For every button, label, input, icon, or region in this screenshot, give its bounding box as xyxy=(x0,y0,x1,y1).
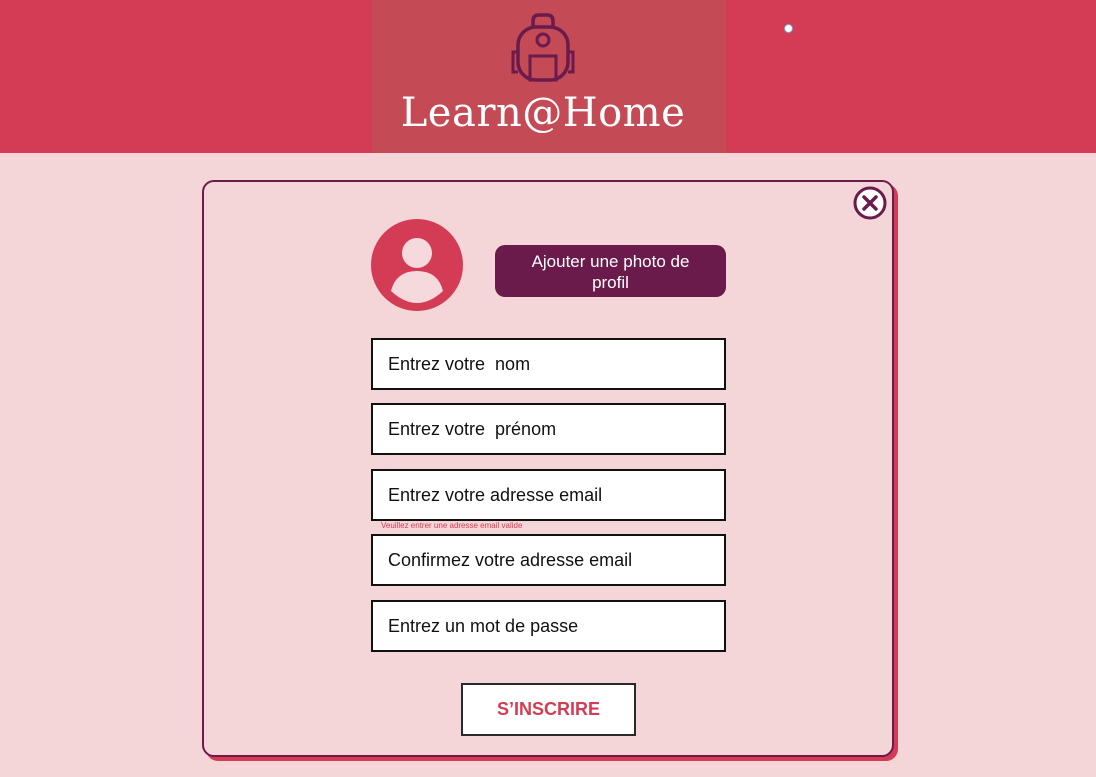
password-input[interactable] xyxy=(371,600,726,652)
close-icon[interactable] xyxy=(852,185,888,221)
cursor-indicator xyxy=(784,24,793,33)
add-profile-photo-button[interactable]: Ajouter une photo de profil xyxy=(495,245,726,297)
user-avatar-icon xyxy=(371,219,463,311)
last-name-input[interactable] xyxy=(371,338,726,390)
backpack-icon xyxy=(511,13,575,82)
email-input[interactable] xyxy=(371,469,726,521)
confirm-email-input[interactable] xyxy=(371,534,726,586)
email-error-message: Veuillez entrer une adresse email valide xyxy=(381,521,523,530)
app-title: Learn@Home xyxy=(400,90,686,136)
signup-button[interactable]: S’INSCRIRE xyxy=(461,683,636,736)
first-name-input[interactable] xyxy=(371,403,726,455)
